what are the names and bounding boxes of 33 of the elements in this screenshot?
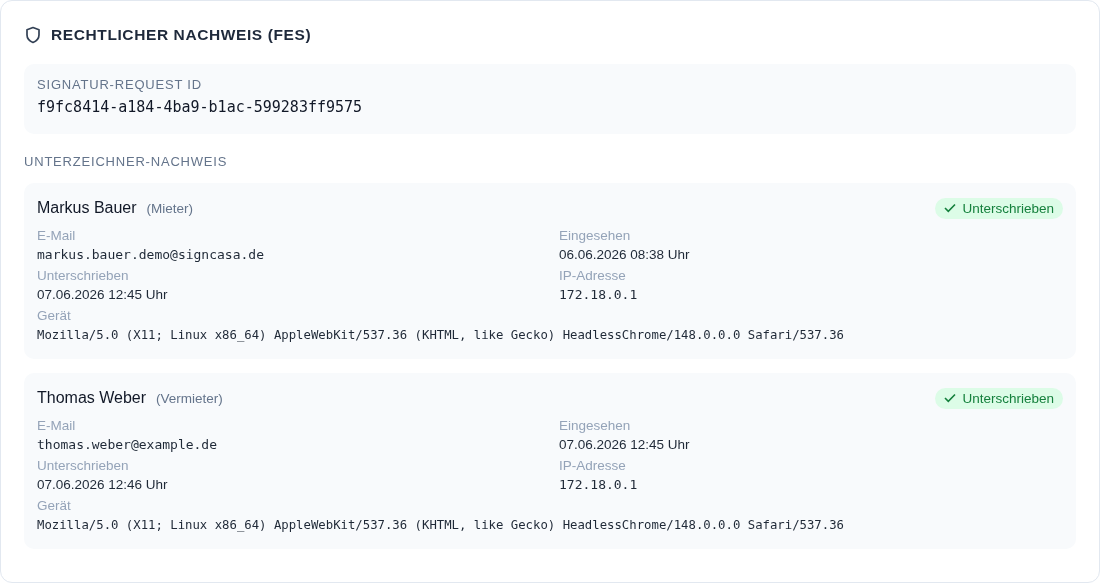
field-label: Gerät [37, 307, 72, 325]
field-label: E-Mail [37, 227, 77, 245]
field-label: Eingesehen [559, 227, 632, 245]
status-label: Unterschrieben [962, 200, 1054, 216]
field-label: IP-Adresse [559, 457, 627, 475]
field-label: IP-Adresse [559, 267, 627, 285]
signer-role: (Vermieter) [156, 390, 223, 406]
section-label: UNTERZEICHNER-NACHWEIS [24, 154, 229, 169]
request-id-value: f9fc8414-a184-4ba9-b1ac-599283ff9575 [37, 98, 364, 116]
field-value: 172.18.0.1 [559, 476, 639, 494]
shield-icon [25, 26, 41, 44]
field-value: 06.06.2026 08:38 Uhr [559, 246, 691, 264]
field-label: Unterschrieben [37, 457, 130, 475]
status-label: Unterschrieben [962, 390, 1054, 406]
field-value: 07.06.2026 12:45 Uhr [559, 436, 691, 454]
check-icon [944, 393, 957, 403]
request-id-label: SIGNATUR-REQUEST ID [37, 77, 203, 92]
signer-name: Markus Bauer [37, 199, 137, 217]
field-value: 172.18.0.1 [559, 286, 639, 304]
field-value: markus.bauer.demo@signcasa.de [37, 246, 265, 264]
field-label: Gerät [37, 497, 72, 515]
field-value: thomas.weber@example.de [37, 436, 218, 454]
field-label: Unterschrieben [37, 267, 130, 285]
device-value: Mozilla/5.0 (X11; Linux x86_64) AppleWebKit/537.36 (KHTML, like Gecko) HeadlessChrome/148.0.0.0 Safari/537.36 [37, 327, 845, 344]
panel-title: RECHTLICHER NACHWEIS (FES) [51, 26, 312, 44]
field-label: E-Mail [37, 417, 77, 435]
check-icon [944, 203, 957, 213]
signer-role: (Mieter) [146, 200, 194, 216]
field-value: 07.06.2026 12:45 Uhr [37, 286, 169, 304]
signer-name: Thomas Weber [37, 389, 147, 407]
field-value: 07.06.2026 12:46 Uhr [37, 476, 169, 494]
field-label: Eingesehen [559, 417, 632, 435]
device-value: Mozilla/5.0 (X11; Linux x86_64) AppleWebKit/537.36 (KHTML, like Gecko) HeadlessChrome/148.0.0.0 Safari/537.36 [37, 517, 845, 534]
